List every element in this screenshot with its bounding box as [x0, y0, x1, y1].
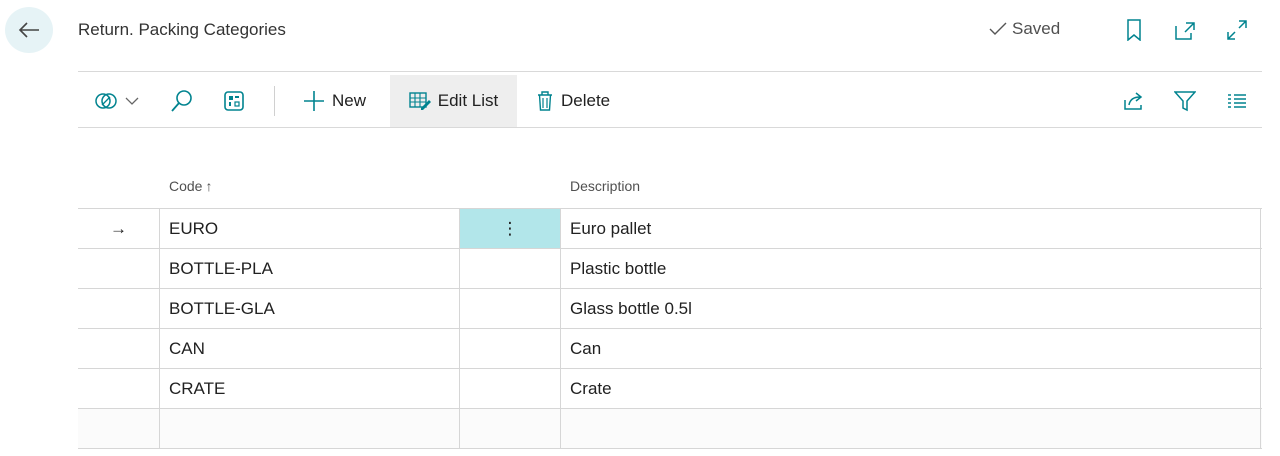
- data-grid: → EURO ⋮ Euro pallet BOTTLE-PLA Plastic …: [78, 208, 1262, 449]
- edit-list-label: Edit List: [437, 91, 499, 110]
- delete-button[interactable]: Delete: [536, 75, 610, 127]
- row-indicator: [78, 249, 160, 288]
- table-row[interactable]: BOTTLE-PLA Plastic bottle: [78, 249, 1262, 289]
- page-title: Return. Packing Categories: [78, 20, 286, 39]
- row-indicator: [78, 329, 160, 368]
- more-options-icon: ⋮: [501, 218, 519, 238]
- expand-icon[interactable]: [1226, 19, 1248, 41]
- share-icon: [1123, 91, 1145, 111]
- row-menu-button[interactable]: ⋮: [460, 209, 561, 248]
- delete-button-label: Delete: [561, 91, 611, 110]
- row-indicator: [78, 369, 160, 408]
- table-row[interactable]: BOTTLE-GLA Glass bottle 0.5l: [78, 289, 1262, 329]
- description-cell[interactable]: [561, 409, 1261, 448]
- description-cell[interactable]: Euro pallet: [561, 209, 1261, 248]
- code-cell[interactable]: EURO: [160, 209, 460, 248]
- table-row[interactable]: → EURO ⋮ Euro pallet: [78, 209, 1262, 249]
- row-menu-cell[interactable]: [460, 289, 561, 328]
- row-indicator: [78, 409, 160, 448]
- check-icon: [988, 21, 1008, 37]
- share-button[interactable]: [1123, 75, 1145, 127]
- description-cell[interactable]: Can: [561, 329, 1261, 368]
- analysis-icon: [223, 90, 245, 112]
- code-cell[interactable]: BOTTLE-PLA: [160, 249, 460, 288]
- new-table-row[interactable]: [78, 409, 1262, 449]
- action-bar: New Edit List Delete: [78, 75, 1262, 127]
- row-menu-cell[interactable]: [460, 369, 561, 408]
- row-indicator: →: [78, 209, 160, 248]
- column-header-description[interactable]: Description: [570, 178, 640, 194]
- table-row[interactable]: CAN Can: [78, 329, 1262, 369]
- code-cell[interactable]: [160, 409, 460, 448]
- header-divider: [78, 71, 1262, 72]
- search-icon: [170, 89, 194, 113]
- toolbar-divider: [78, 127, 1262, 128]
- description-cell[interactable]: Plastic bottle: [561, 249, 1261, 288]
- data-lens-dropdown[interactable]: [94, 75, 144, 127]
- back-button[interactable]: [5, 7, 53, 53]
- table-row[interactable]: CRATE Crate: [78, 369, 1262, 409]
- edit-list-icon: [409, 91, 431, 111]
- bookmark-icon[interactable]: [1126, 19, 1142, 41]
- open-new-window-icon[interactable]: [1174, 21, 1196, 41]
- column-header-code-label: Code: [169, 178, 203, 194]
- row-menu-cell[interactable]: [460, 409, 561, 448]
- list-view-icon: [1227, 93, 1247, 109]
- data-lens-icon: [94, 90, 118, 112]
- row-indicator: [78, 289, 160, 328]
- back-arrow-icon: [18, 21, 40, 39]
- new-button-label: New: [332, 91, 367, 110]
- new-button[interactable]: New: [303, 75, 366, 127]
- code-cell[interactable]: BOTTLE-GLA: [160, 289, 460, 328]
- description-cell[interactable]: Crate: [561, 369, 1261, 408]
- saved-status: Saved: [988, 19, 1060, 39]
- column-header-code[interactable]: Code ↑: [169, 178, 212, 194]
- column-header-description-label: Description: [570, 178, 641, 194]
- filter-button[interactable]: [1174, 75, 1196, 127]
- trash-icon: [536, 90, 554, 112]
- code-cell[interactable]: CAN: [160, 329, 460, 368]
- plus-icon: [303, 90, 325, 112]
- row-menu-cell[interactable]: [460, 249, 561, 288]
- chevron-down-icon: [125, 96, 139, 106]
- filter-icon: [1174, 90, 1196, 112]
- row-menu-cell[interactable]: [460, 329, 561, 368]
- analysis-mode-button[interactable]: [223, 75, 245, 127]
- saved-label: Saved: [1012, 19, 1061, 38]
- list-view-button[interactable]: [1227, 75, 1247, 127]
- sort-ascending-icon: ↑: [205, 178, 213, 194]
- edit-list-button[interactable]: Edit List: [390, 75, 517, 127]
- toolbar-separator: [274, 86, 275, 116]
- search-button[interactable]: [170, 75, 194, 127]
- code-cell[interactable]: CRATE: [160, 369, 460, 408]
- description-cell[interactable]: Glass bottle 0.5l: [561, 289, 1261, 328]
